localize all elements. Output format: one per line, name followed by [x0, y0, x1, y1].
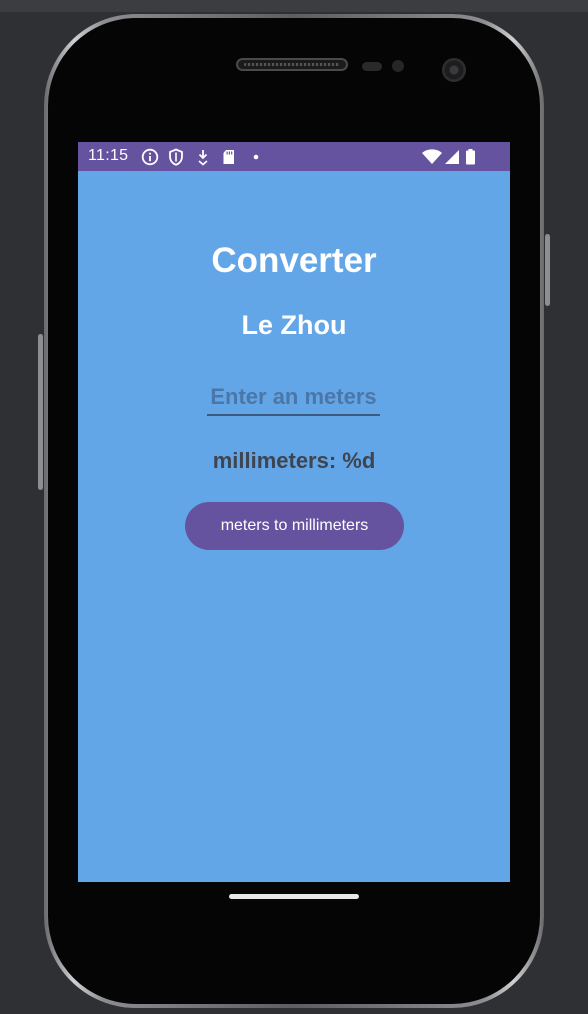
- info-icon: [141, 148, 159, 166]
- front-camera: [442, 58, 466, 82]
- power-button[interactable]: [545, 234, 550, 306]
- volume-button[interactable]: [38, 334, 43, 490]
- status-bar: 11:15: [78, 142, 510, 171]
- app-content: Converter Le Zhou millimeters: %d meters…: [78, 171, 510, 882]
- page-title: Converter: [211, 241, 377, 280]
- status-time: 11:15: [88, 147, 129, 164]
- emulator-top-bar: [0, 0, 588, 12]
- meters-input[interactable]: [207, 380, 380, 416]
- millimeters-result: millimeters: %d: [212, 448, 376, 473]
- meters-to-millimeters-button[interactable]: meters to millimeters: [185, 502, 404, 550]
- battery-icon: [466, 149, 475, 165]
- download-icon: [198, 150, 208, 166]
- wifi-icon: [422, 149, 442, 164]
- device-screen: 11:15 Converter Le Zhou Enter an meters …: [78, 142, 510, 910]
- light-sensor: [392, 60, 404, 72]
- navigation-bar: [78, 882, 510, 910]
- signal-icon: [445, 150, 459, 164]
- sd-card-icon: [223, 150, 234, 164]
- shield-icon: [169, 148, 183, 166]
- earpiece-speaker: [236, 58, 348, 71]
- home-gesture-handle[interactable]: [229, 894, 359, 899]
- author-name: Le Zhou: [241, 310, 347, 340]
- dot-icon: [253, 154, 259, 160]
- proximity-sensor: [362, 62, 382, 71]
